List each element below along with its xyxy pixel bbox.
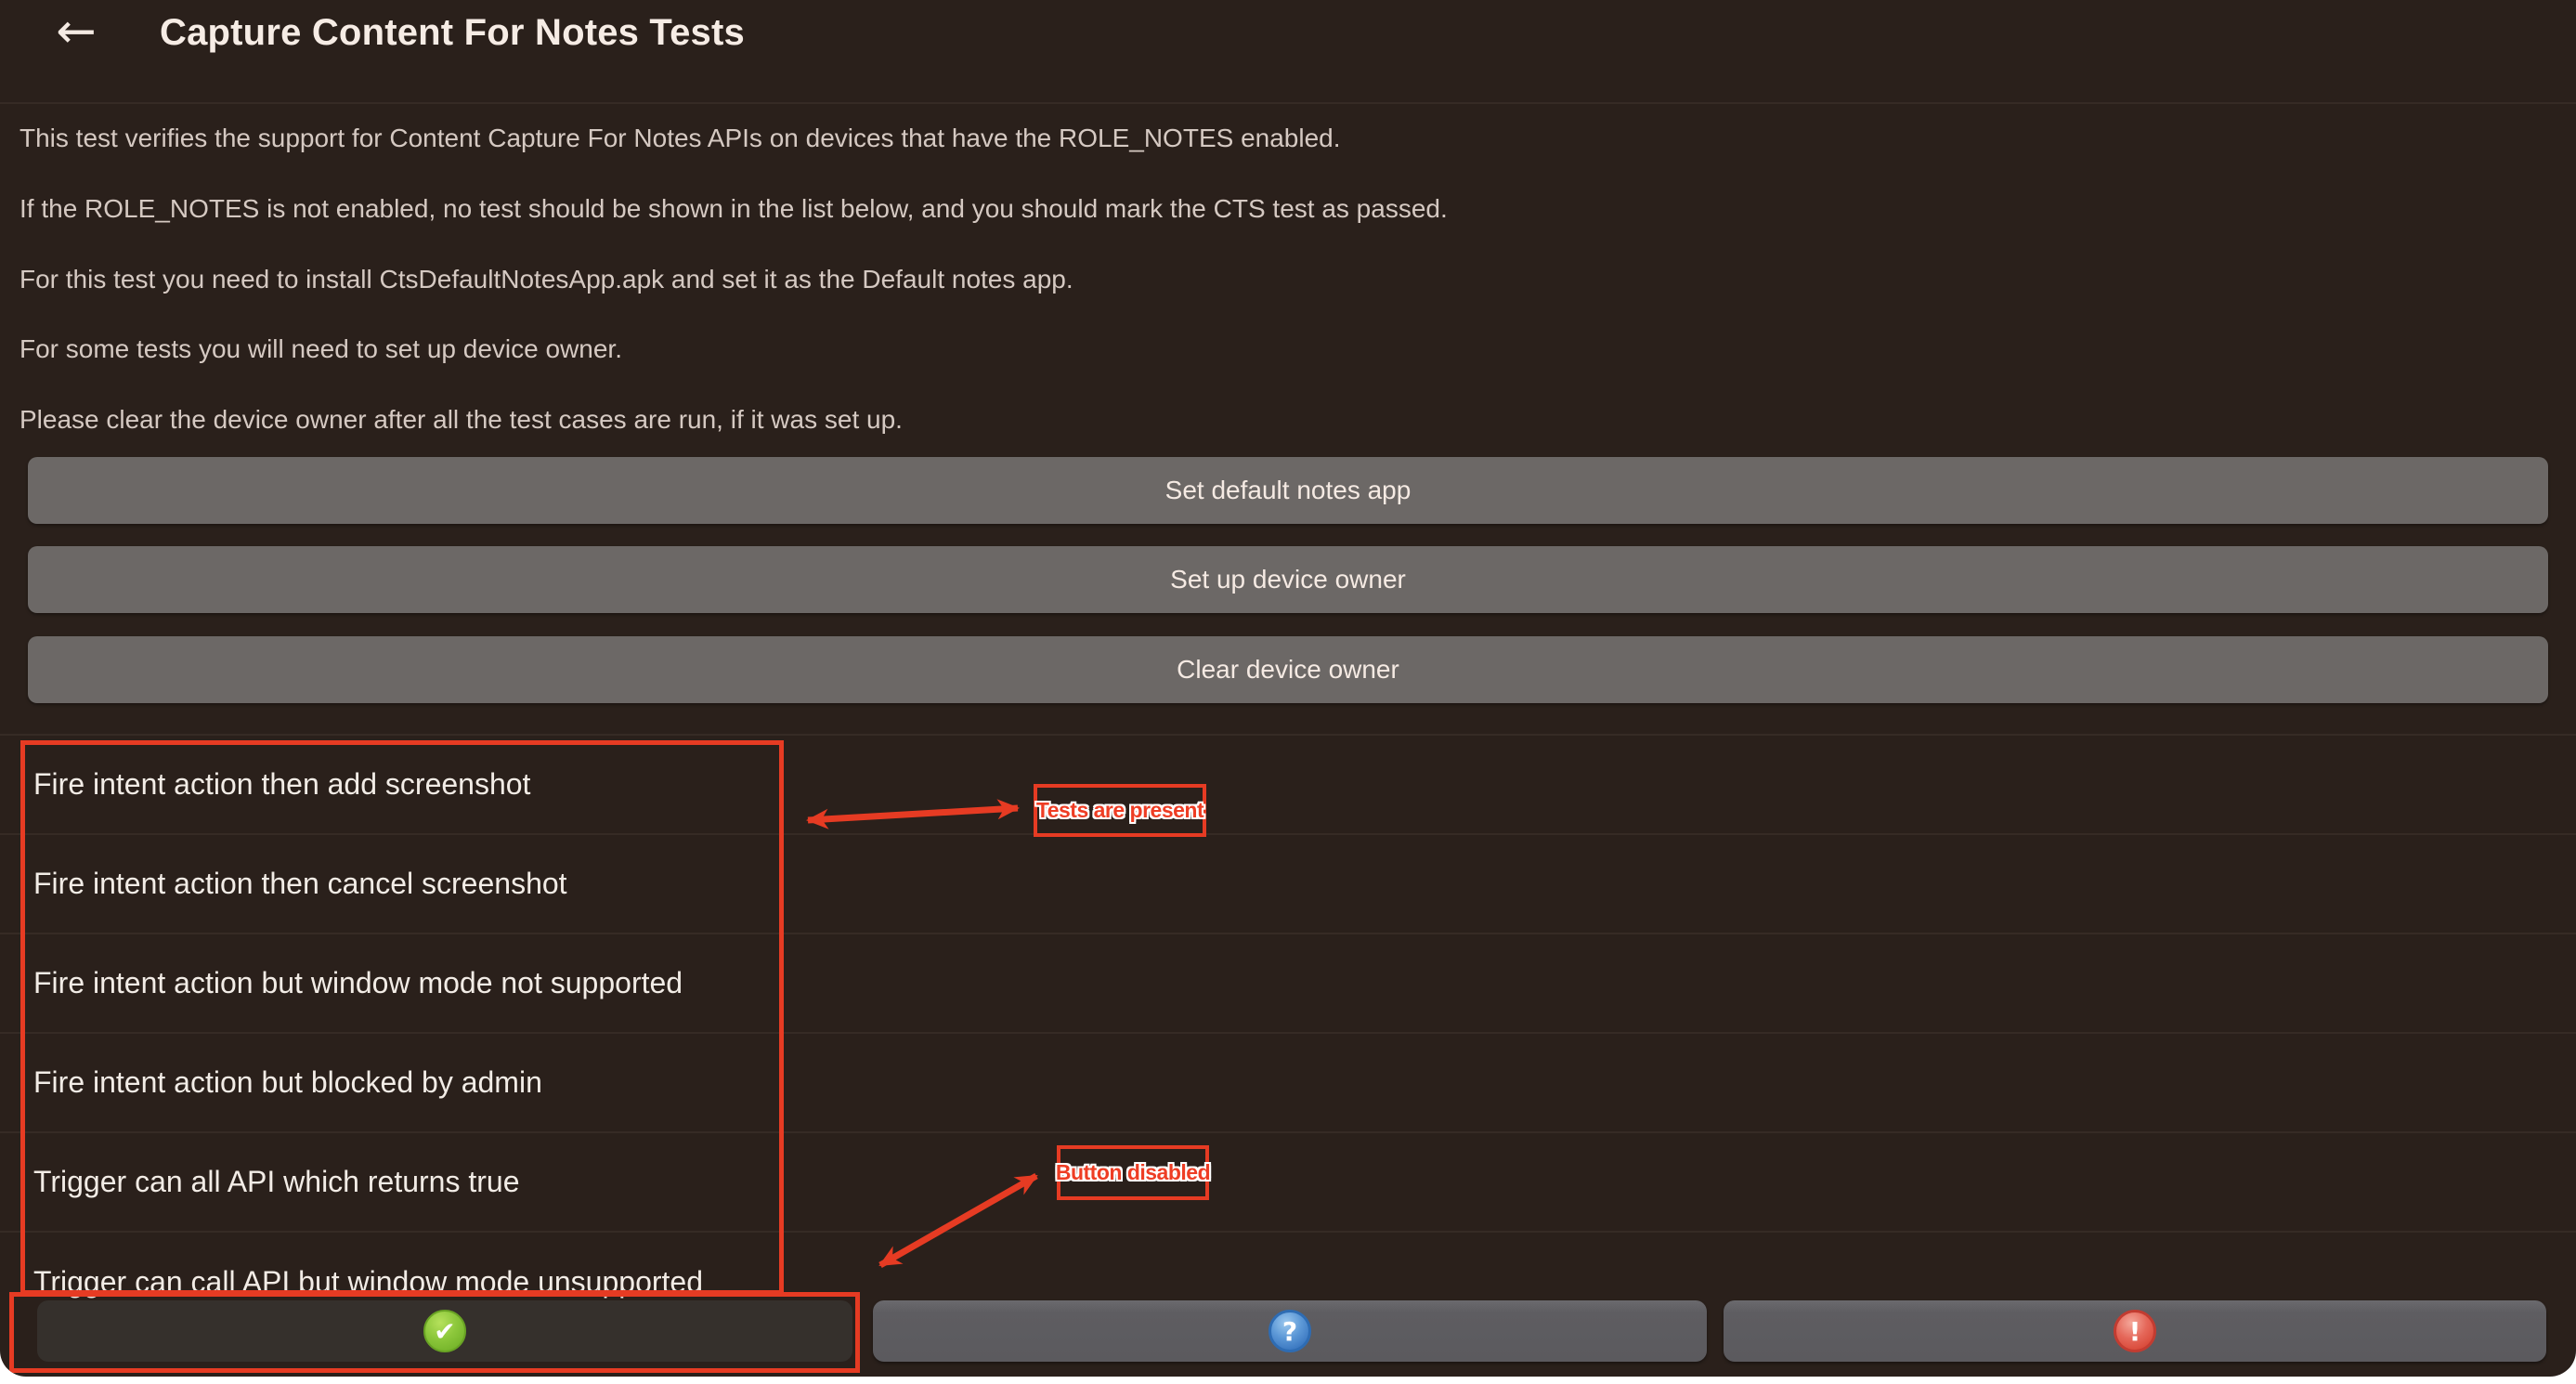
instruction-line: For this test you need to install CtsDef… bbox=[20, 264, 1073, 295]
test-row[interactable]: Trigger can call API but window mode uns… bbox=[0, 1233, 2576, 1300]
cts-verifier-screen: ← Capture Content For Notes Tests This t… bbox=[0, 0, 2576, 1377]
instruction-line: This test verifies the support for Conte… bbox=[20, 123, 1341, 154]
instruction-line: Please clear the device owner after all … bbox=[20, 404, 903, 436]
pass-button[interactable]: ✔ bbox=[37, 1300, 852, 1362]
instruction-line: For some tests you will need to set up d… bbox=[20, 333, 622, 365]
header-bar: ← Capture Content For Notes Tests bbox=[0, 0, 2576, 104]
test-row[interactable]: Fire intent action then add screenshot bbox=[0, 736, 2576, 835]
info-button[interactable]: ? bbox=[873, 1300, 1707, 1362]
set-up-device-owner-button[interactable]: Set up device owner bbox=[28, 546, 2548, 613]
test-row[interactable]: Trigger can all API which returns true bbox=[0, 1133, 2576, 1233]
pass-check-icon: ✔ bbox=[423, 1310, 466, 1352]
test-list: Fire intent action then add screenshot F… bbox=[0, 734, 2576, 1300]
set-default-notes-app-button[interactable]: Set default notes app bbox=[28, 457, 2548, 524]
fail-button[interactable]: ! bbox=[1724, 1300, 2546, 1362]
test-row[interactable]: Fire intent action then cancel screensho… bbox=[0, 835, 2576, 934]
test-row[interactable]: Fire intent action but blocked by admin bbox=[0, 1034, 2576, 1133]
clear-device-owner-button[interactable]: Clear device owner bbox=[28, 636, 2548, 703]
question-mark-icon: ? bbox=[1268, 1310, 1311, 1352]
instruction-line: If the ROLE_NOTES is not enabled, no tes… bbox=[20, 193, 1448, 225]
test-row[interactable]: Fire intent action but window mode not s… bbox=[0, 934, 2576, 1034]
page-title: Capture Content For Notes Tests bbox=[160, 11, 745, 54]
exclamation-icon: ! bbox=[2114, 1310, 2156, 1352]
back-arrow-icon[interactable]: ← bbox=[48, 2, 104, 61]
